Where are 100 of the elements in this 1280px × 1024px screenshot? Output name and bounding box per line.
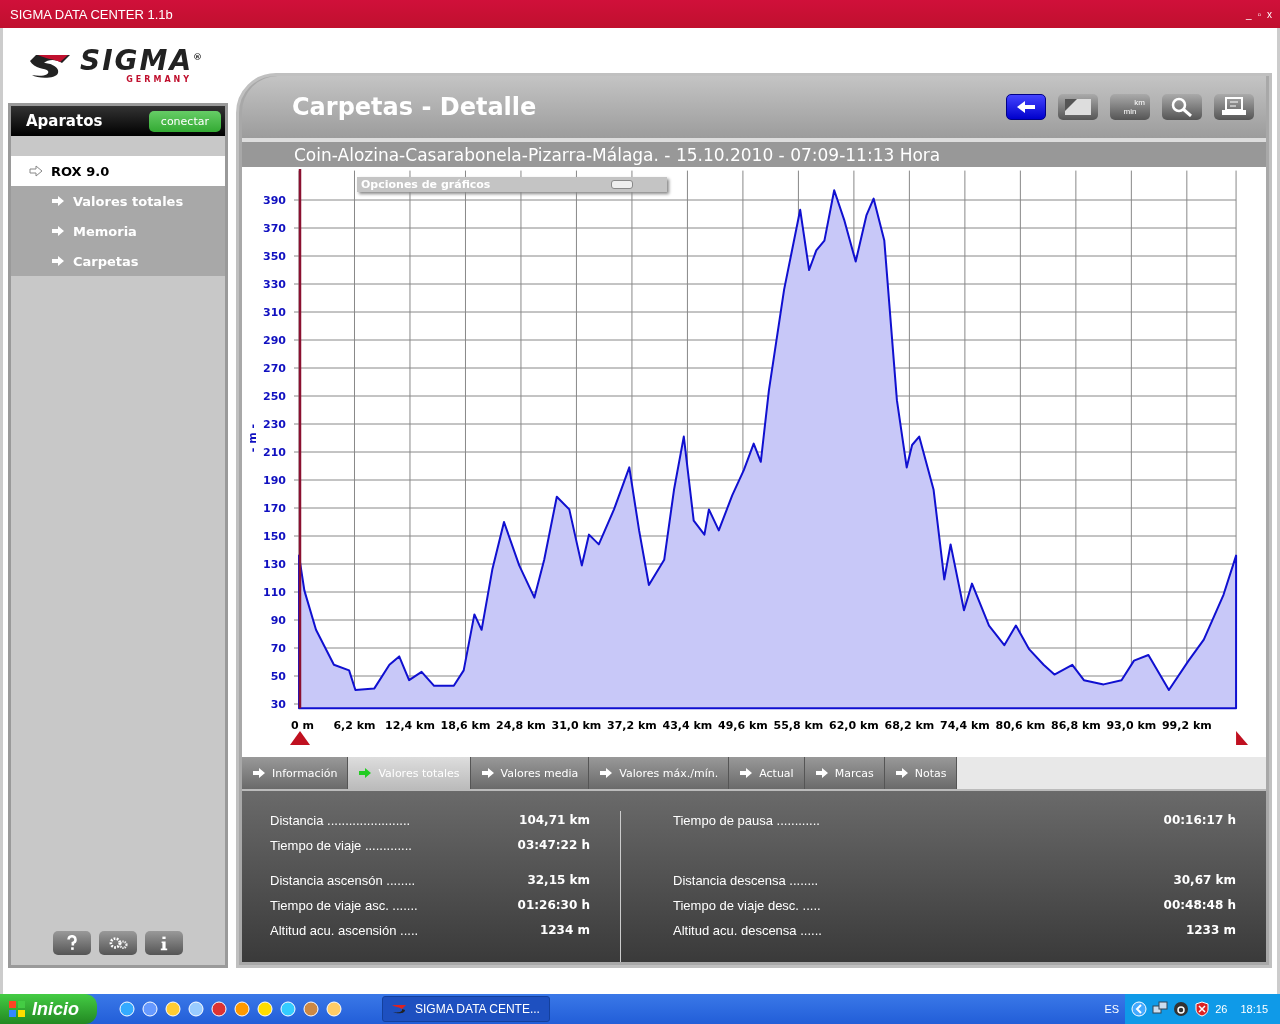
help-button[interactable] [53, 931, 91, 955]
range-start-line[interactable] [298, 169, 302, 709]
stat-label: Tiempo de viaje asc. ....... [270, 897, 418, 913]
arrow-icon [739, 767, 754, 779]
start-button[interactable]: Inicio [0, 994, 97, 1024]
search-icon [1171, 97, 1193, 117]
chevron-icon[interactable] [1131, 1001, 1148, 1017]
x-tick-label: 37,2 km [607, 719, 657, 732]
y-tick-label: 190 [263, 474, 286, 487]
arrow-icon [480, 767, 495, 779]
settings-button[interactable] [99, 931, 137, 955]
y-tick-label: 130 [263, 558, 286, 571]
network-icon[interactable] [1152, 1001, 1169, 1017]
stat-value: 104,71 km [518, 813, 590, 827]
x-tick-label: 62,0 km [829, 719, 879, 732]
x-tick-label: 99,2 km [1161, 719, 1212, 732]
y-tick-label: 370 [263, 222, 286, 235]
y-tick-label: 250 [263, 390, 286, 403]
y-tick-label: 70 [270, 642, 286, 655]
device-item[interactable]: ROX 9.0 [11, 156, 225, 186]
x-tick-label: 68,2 km [884, 719, 935, 732]
toolbar-button[interactable] [1214, 94, 1254, 120]
x-tick-label: 80,6 km [995, 719, 1046, 732]
y-tick-label: 110 [263, 586, 286, 599]
x-tick-label: 12,4 km [385, 719, 435, 732]
x-tick-label: 49,6 km [718, 719, 768, 732]
minimize-button[interactable] [611, 180, 633, 189]
info-icon [160, 935, 168, 951]
arrow-icon [51, 255, 65, 267]
toolbar-button[interactable] [1006, 94, 1046, 120]
tab[interactable]: Actual [729, 757, 805, 789]
printer-icon [1221, 97, 1247, 117]
sidebar-item[interactable]: Carpetas [11, 246, 225, 276]
connect-button[interactable]: conectar [148, 110, 221, 132]
tab[interactable]: Valores máx./mín. [589, 757, 730, 789]
y-tick-label: 330 [263, 278, 286, 291]
stat-value: 1234 m [538, 923, 590, 937]
help-icon [66, 935, 78, 951]
toolbar-button[interactable] [1162, 94, 1202, 120]
swoosh-icon [391, 1004, 407, 1014]
end-handle[interactable] [1236, 731, 1249, 745]
arrow-icon [358, 767, 373, 779]
y-axis-label: - m - [246, 423, 259, 453]
x-tick-label: 31,0 km [551, 719, 602, 732]
stat-label: Tiempo de pausa ............ [673, 812, 820, 828]
toolbar-button[interactable]: km min [1110, 94, 1150, 120]
y-tick-label: 230 [263, 418, 286, 431]
tab[interactable]: Valores media [470, 757, 590, 789]
units-label: km min [1122, 98, 1145, 116]
info-button[interactable] [145, 931, 183, 955]
x-tick-label: 6,2 km [333, 719, 376, 732]
stat-value: 32,15 km [526, 873, 590, 887]
y-tick-label: 350 [263, 250, 286, 263]
arrow-icon [599, 767, 614, 779]
stat-label: Distancia descensa ........ [673, 872, 819, 888]
stat-label: Tiempo de viaje ............. [270, 837, 412, 853]
stat-label: Altitud acu. descensa ...... [673, 922, 822, 938]
stat-value: 1233 m [1184, 923, 1236, 937]
x-tick-label: 55,8 km [773, 719, 824, 732]
route-title: Coin-Alozina-Casarabonela-Pizarra-Málaga. - 15.10.2010 - 07:09-11:13 Hora [242, 142, 1266, 167]
tab[interactable]: Información [242, 757, 349, 789]
sidebar-item[interactable]: Valores totales [11, 186, 225, 216]
flag-icon [8, 1000, 26, 1018]
stat-value: 01:26:30 h [516, 898, 590, 912]
window-control[interactable]: x [1267, 8, 1272, 20]
stat-value: 30,67 km [1172, 873, 1236, 887]
stat-label: Distancia ....................... [270, 812, 411, 828]
window-control[interactable]: ▫ [1257, 8, 1261, 20]
brand-tagline: GERMANY [126, 75, 193, 84]
brand-name: SIGMA$^{®}$ [80, 47, 205, 75]
stat-label: Altitud acu. ascensión ..... [270, 922, 419, 938]
y-tick-label: 30 [270, 698, 286, 711]
y-tick-label: 390 [263, 194, 286, 207]
arrow-icon [252, 767, 266, 779]
y-tick-label: 170 [263, 502, 286, 515]
clock: 18:15 [1240, 1003, 1268, 1015]
y-tick-label: 310 [263, 306, 286, 319]
language-indicator[interactable]: ES [1104, 1003, 1120, 1015]
shield-icon[interactable] [1194, 1001, 1211, 1017]
x-tick-label: 43,4 km [662, 719, 713, 732]
x-tick-label: 24,8 km [496, 719, 546, 732]
arrow-icon [29, 165, 43, 177]
window-control[interactable]: _ [1245, 8, 1252, 20]
arrow-icon [51, 195, 65, 207]
y-tick-label: 270 [263, 362, 286, 375]
sidebar-item[interactable]: Memoria [11, 216, 225, 246]
y-tick-label: 210 [263, 446, 286, 459]
arrow-icon [51, 225, 65, 237]
stat-value: 00:48:48 h [1162, 898, 1236, 912]
start-handle[interactable] [290, 731, 310, 745]
tab[interactable]: Notas [884, 757, 958, 789]
arrow-icon [894, 767, 909, 779]
x-tick-label: 18,6 km [440, 719, 491, 732]
x-tick-label: 93,0 km [1106, 719, 1157, 732]
stat-value: 00:16:17 h [1162, 813, 1236, 827]
x-tick-label: 86,8 km [1051, 719, 1101, 732]
tab[interactable]: Marcas [804, 757, 885, 789]
tray-number: 26 [1215, 1003, 1228, 1015]
stat-label: Tiempo de viaje desc. ..... [673, 897, 821, 913]
taskbar-task[interactable]: SIGMA DATA CENTE... [382, 996, 550, 1022]
